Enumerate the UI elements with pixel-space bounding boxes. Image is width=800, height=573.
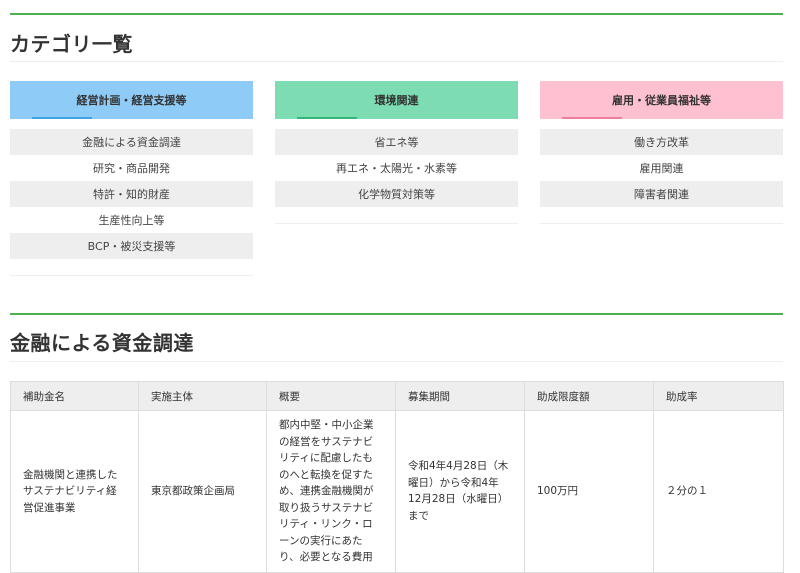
category-item-energy-saving[interactable]: 省エネ等 — [275, 129, 518, 155]
category-list: 省エネ等 再エネ・太陽光・水素等 化学物質対策等 — [275, 129, 518, 207]
category-header-label: 経営計画・経営支援等 — [76, 94, 187, 107]
cell-grant-name: 金融機関と連携したサステナビリティ経営促進事業 — [10, 410, 139, 573]
cell-rate: ２分の１ — [653, 410, 784, 573]
category-item-patent[interactable]: 特許・知的財産 — [10, 181, 253, 207]
accent-line — [562, 117, 622, 119]
grants-table: 補助金名 実施主体 概要 募集期間 助成限度額 助成率 金融機関と連携したサステ… — [10, 381, 784, 573]
category-column-employment: 雇用・従業員福祉等 働き方改革 雇用関連 障害者関連 — [540, 81, 783, 224]
table-header-row: 補助金名 実施主体 概要 募集期間 助成限度額 助成率 — [10, 381, 784, 411]
cell-organization: 東京都政策企画局 — [138, 410, 267, 573]
finance-section-rule — [10, 313, 783, 315]
column-header-grant-name: 補助金名 — [10, 381, 139, 411]
column-header-summary: 概要 — [266, 381, 396, 411]
cell-period: 令和4年4月28日（木曜日）から令和4年12月28日（水曜日）まで — [395, 410, 525, 573]
category-divider — [540, 223, 783, 224]
category-list: 金融による資金調達 研究・商品開発 特許・知的財産 生産性向上等 BCP・被災支… — [10, 129, 253, 259]
finance-section-title: 金融による資金調達 — [10, 331, 194, 355]
category-item-chemical[interactable]: 化学物質対策等 — [275, 181, 518, 207]
category-item-work-style[interactable]: 働き方改革 — [540, 129, 783, 155]
category-item-disability[interactable]: 障害者関連 — [540, 181, 783, 207]
accent-line — [297, 117, 357, 119]
category-column-environment: 環境関連 省エネ等 再エネ・太陽光・水素等 化学物質対策等 — [275, 81, 518, 224]
column-header-organization: 実施主体 — [138, 381, 267, 411]
category-column-management: 経営計画・経営支援等 金融による資金調達 研究・商品開発 特許・知的財産 生産性… — [10, 81, 253, 276]
accent-line — [32, 117, 92, 119]
category-item-research[interactable]: 研究・商品開発 — [10, 155, 253, 181]
category-header-employment[interactable]: 雇用・従業員福祉等 — [540, 81, 783, 119]
category-item-bcp[interactable]: BCP・被災支援等 — [10, 233, 253, 259]
category-title-underline — [10, 61, 783, 62]
category-section-title: カテゴリ一覧 — [10, 32, 133, 56]
category-item-employment[interactable]: 雇用関連 — [540, 155, 783, 181]
category-header-label: 雇用・従業員福祉等 — [612, 94, 711, 107]
table-row: 金融機関と連携したサステナビリティ経営促進事業 東京都政策企画局 都内中堅・中小… — [10, 410, 784, 573]
cell-limit: 100万円 — [524, 410, 654, 573]
column-header-period: 募集期間 — [395, 381, 525, 411]
category-header-management[interactable]: 経営計画・経営支援等 — [10, 81, 253, 119]
finance-title-underline — [10, 361, 783, 362]
category-section-rule — [10, 13, 783, 15]
category-item-productivity[interactable]: 生産性向上等 — [10, 207, 253, 233]
category-item-renewable[interactable]: 再エネ・太陽光・水素等 — [275, 155, 518, 181]
category-header-environment[interactable]: 環境関連 — [275, 81, 518, 119]
category-item-finance[interactable]: 金融による資金調達 — [10, 129, 253, 155]
cell-summary: 都内中堅・中小企業の経営をサステナビリティに配慮したものへと転換を促すため、連携… — [266, 410, 396, 573]
category-header-label: 環境関連 — [374, 94, 419, 107]
category-divider — [275, 223, 518, 224]
category-divider — [10, 275, 253, 276]
category-list: 働き方改革 雇用関連 障害者関連 — [540, 129, 783, 207]
column-header-limit: 助成限度額 — [524, 381, 654, 411]
column-header-rate: 助成率 — [653, 381, 784, 411]
